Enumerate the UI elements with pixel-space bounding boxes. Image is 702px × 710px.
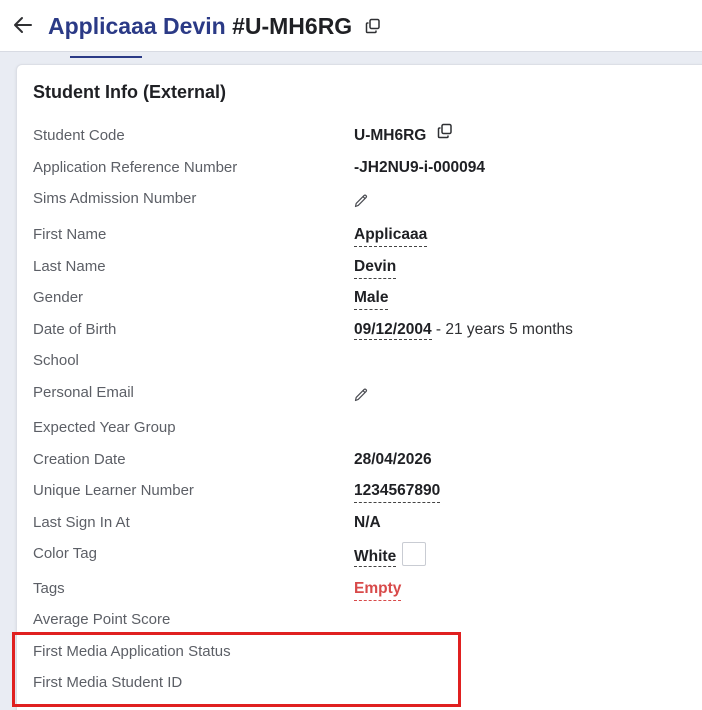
value-dob-wrap: 09/12/2004 - 21 years 5 months <box>354 320 573 340</box>
label-last-name: Last Name <box>33 258 106 275</box>
label-tags: Tags <box>33 580 65 597</box>
card-title: Student Info (External) <box>33 82 226 102</box>
label-app-ref: Application Reference Number <box>33 159 238 176</box>
value-uln[interactable]: 1234567890 <box>354 481 441 503</box>
label-last-sign-in: Last Sign In At <box>33 514 130 531</box>
row-personal-email: Personal Email <box>0 383 702 407</box>
label-personal-email: Personal Email <box>33 384 134 401</box>
label-sims: Sims Admission Number <box>33 190 197 207</box>
row-uln: Unique Learner Number 1234567890 <box>0 481 702 505</box>
page-title: Applicaaa Devin #U-MH6RG <box>48 12 381 40</box>
row-color-tag: Color Tag White <box>0 541 702 574</box>
dob-age: - 21 years 5 months <box>431 321 573 338</box>
row-dob: Date of Birth 09/12/2004 - 21 years 5 mo… <box>0 320 702 344</box>
copy-student-code-button[interactable] <box>437 123 453 145</box>
highlight-box <box>12 632 461 707</box>
value-last-name[interactable]: Devin <box>354 257 397 279</box>
color-swatch[interactable] <box>402 541 427 566</box>
label-avg-point-score: Average Point Score <box>33 611 171 628</box>
pencil-icon <box>354 388 367 402</box>
value-color-tag[interactable]: White <box>354 548 397 567</box>
row-school: School <box>0 351 702 375</box>
row-gender: Gender Male <box>0 288 702 312</box>
row-student-code: Student Code U-MH6RG <box>0 123 702 150</box>
value-tags[interactable]: Empty <box>354 579 402 601</box>
copy-icon <box>437 124 452 139</box>
row-tags: Tags Empty <box>0 579 702 603</box>
row-creation-date: Creation Date 28/04/2026 <box>0 450 702 474</box>
value-creation-date: 28/04/2026 <box>354 451 432 468</box>
value-gender[interactable]: Male <box>354 288 389 310</box>
copy-title-button[interactable] <box>365 12 381 40</box>
value-last-sign-in: N/A <box>354 514 381 531</box>
copy-icon <box>365 18 380 34</box>
row-last-name: Last Name Devin <box>0 257 702 281</box>
edit-personal-email-button[interactable] <box>353 387 369 408</box>
edit-sims-button[interactable] <box>353 193 369 214</box>
label-school: School <box>33 352 79 369</box>
row-sims: Sims Admission Number <box>0 189 702 213</box>
label-color-tag: Color Tag <box>33 545 97 562</box>
value-student-code-wrap: U-MH6RG <box>354 123 453 146</box>
label-first-name: First Name <box>33 226 107 243</box>
row-first-name: First Name Applicaaa <box>0 225 702 249</box>
row-avg-point-score: Average Point Score <box>0 610 702 634</box>
label-expected-year-group: Expected Year Group <box>33 419 176 436</box>
value-dob[interactable]: 09/12/2004 <box>354 321 432 340</box>
value-first-name[interactable]: Applicaaa <box>354 225 428 247</box>
active-tab-indicator <box>70 56 142 58</box>
page-header: Applicaaa Devin #U-MH6RG <box>0 0 702 52</box>
label-student-code: Student Code <box>33 127 125 144</box>
back-button[interactable] <box>10 12 36 38</box>
label-uln: Unique Learner Number <box>33 482 194 499</box>
student-code-title: #U-MH6RG <box>232 13 353 39</box>
value-student-code: U-MH6RG <box>354 127 427 144</box>
value-color-tag-wrap: White <box>354 541 427 567</box>
row-last-sign-in: Last Sign In At N/A <box>0 513 702 537</box>
arrow-left-icon <box>14 17 32 33</box>
row-expected-year-group: Expected Year Group <box>0 418 702 442</box>
student-name-title: Applicaaa Devin <box>48 13 226 39</box>
row-app-ref: Application Reference Number -JH2NU9-i-0… <box>0 158 702 182</box>
label-dob: Date of Birth <box>33 321 117 338</box>
value-app-ref: -JH2NU9-i-000094 <box>354 159 485 176</box>
pencil-icon <box>354 194 367 208</box>
label-creation-date: Creation Date <box>33 451 126 468</box>
label-gender: Gender <box>33 289 84 306</box>
